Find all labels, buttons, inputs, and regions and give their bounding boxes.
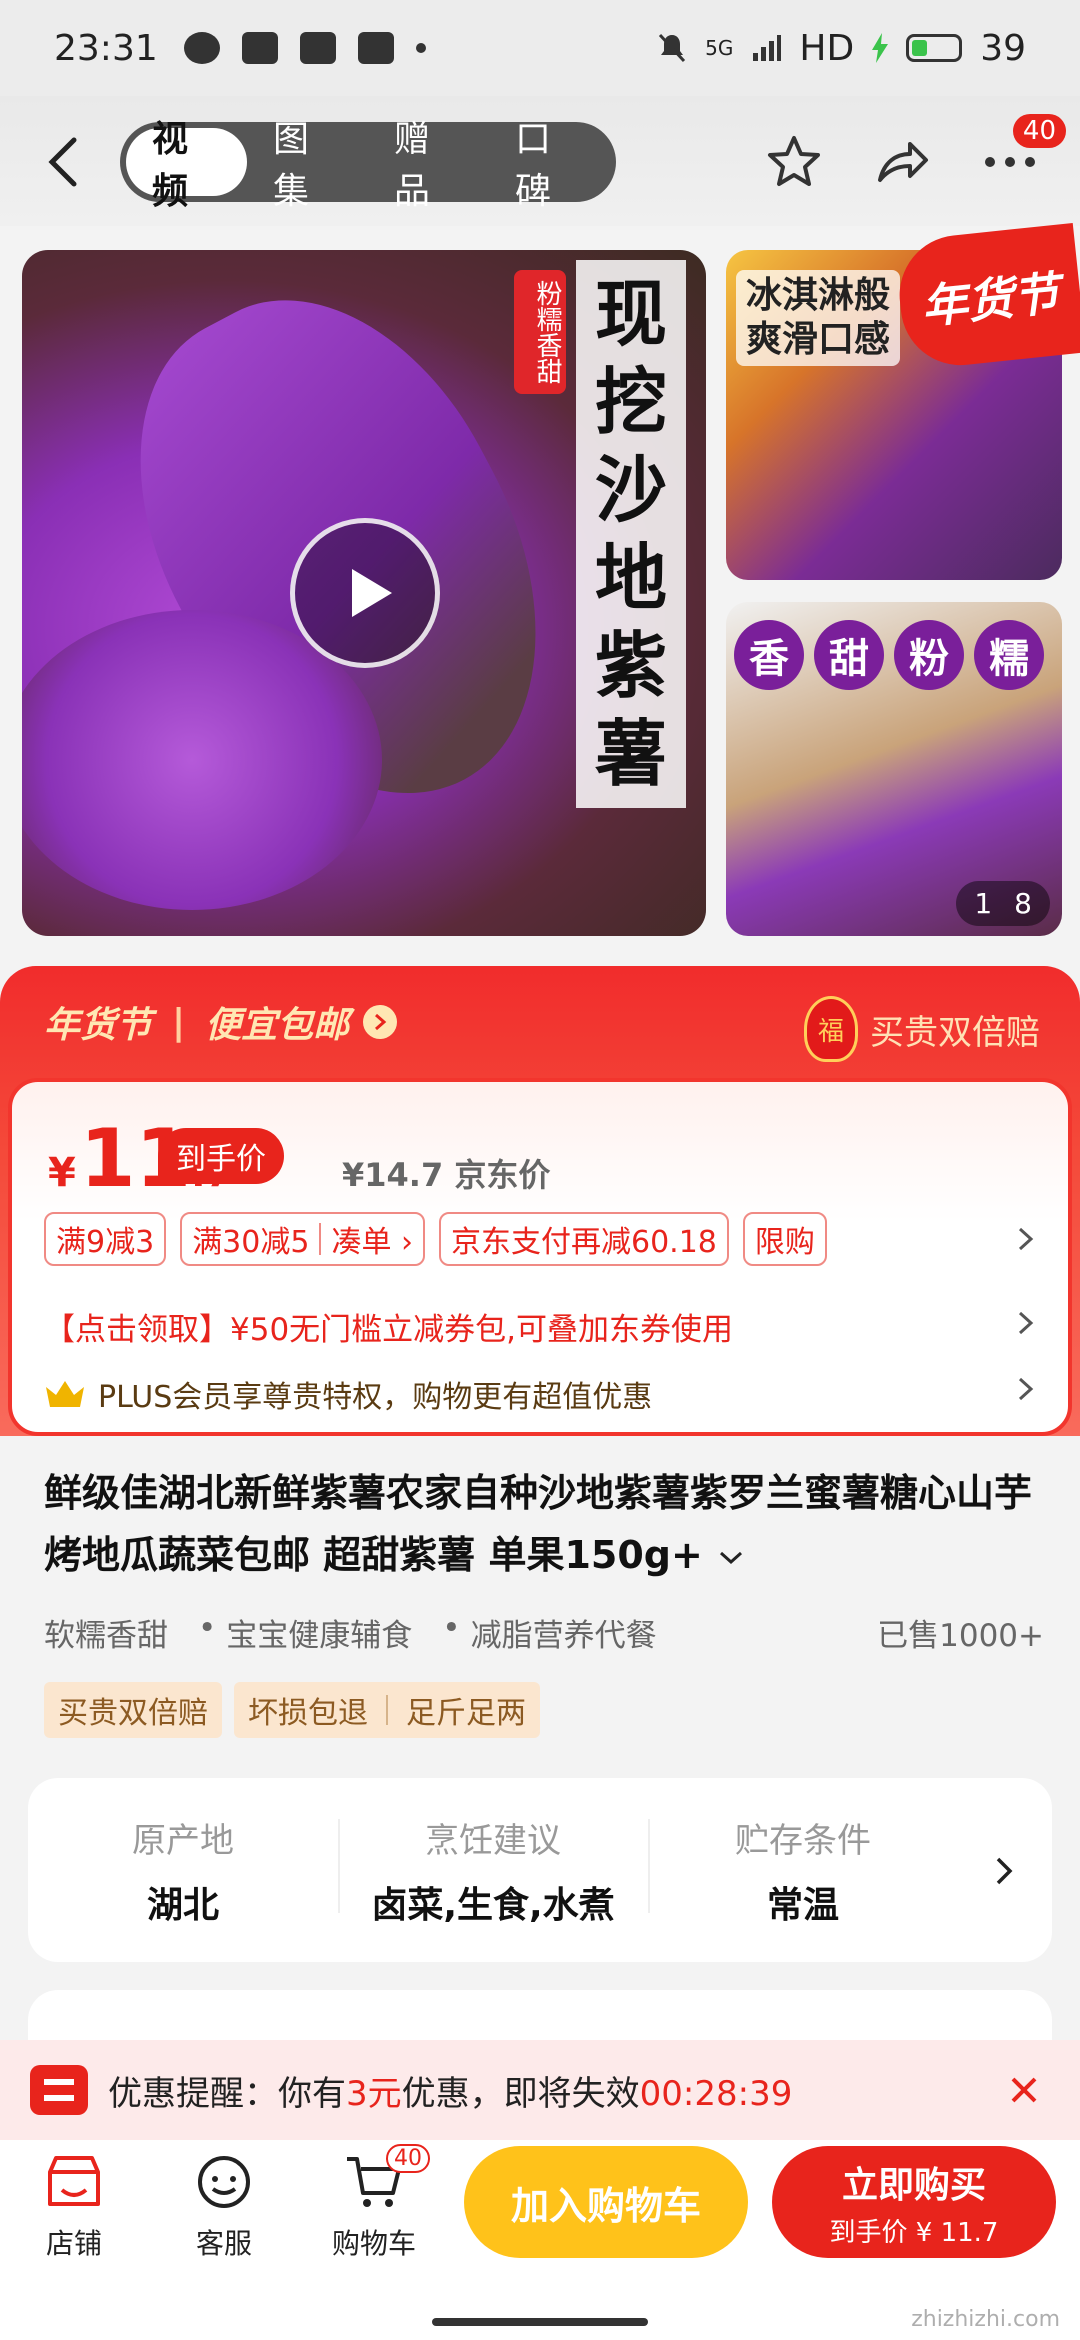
tab-reviews[interactable]: 口碑 (489, 119, 610, 212)
sold-count: 已售1000+ (877, 1618, 1044, 1654)
add-items-link: 凑单 › (331, 1225, 413, 1260)
main-image-headline: 现 挖 沙 地 紫 薯 (576, 260, 686, 808)
star-icon (768, 136, 820, 186)
chevron-right-icon[interactable] (1014, 1374, 1038, 1404)
back-arrow-icon (48, 137, 77, 187)
more-dot-icon (415, 43, 426, 53)
battery-level: 39 (980, 27, 1026, 69)
attribute-storage: 贮存条件 常温 (648, 1813, 958, 1928)
chevron-right-icon (363, 1005, 398, 1039)
coupon-pack-link[interactable]: 【点击领取】¥50无门槛立减券包,可叠加东券使用 (44, 1304, 733, 1349)
feature-2: 宝宝健康辅食 (226, 1618, 413, 1654)
chevron-right-icon[interactable] (1014, 1308, 1038, 1338)
customer-service-icon (192, 2150, 256, 2214)
coupon-2[interactable]: 满30减5 凑单 › (180, 1212, 425, 1266)
promo-headline[interactable]: 年货节 | 便宜包邮 (44, 996, 398, 1048)
watermark: zhizhizhi.com (911, 2307, 1060, 2332)
badge-group[interactable]: 坏损包退 足斤足两 (234, 1682, 540, 1738)
purchase-limit-tag[interactable]: 限购 (742, 1212, 827, 1266)
feature-1: 软糯香甜 (44, 1618, 168, 1654)
chat-icon (183, 32, 220, 64)
coupon-list: 满9减3 满30减5 凑单 › 京东支付再减60.18 限购 (44, 1212, 827, 1266)
back-button[interactable] (44, 132, 94, 192)
cart-icon: 40 (342, 2144, 430, 2214)
main-video-thumbnail[interactable]: 粉糯香甜 现 挖 沙 地 紫 薯 (22, 250, 706, 936)
close-icon[interactable] (1008, 2074, 1040, 2106)
lantern-icon: 福 (804, 996, 858, 1062)
crown-icon (46, 1381, 84, 1407)
badge-full-weight: 足斤足两 (406, 1696, 526, 1731)
cart-button[interactable]: 40 购物车 (324, 2144, 430, 2262)
more-button[interactable]: 40 (980, 114, 1066, 192)
event-label: 年货节 (44, 1005, 153, 1046)
coupon-1[interactable]: 满9减3 (44, 1212, 167, 1266)
tab-gifts[interactable]: 赠品 (368, 119, 489, 212)
status-time: 23:31 (54, 27, 158, 69)
badge-price-guarantee[interactable]: 买贵双倍赔 (44, 1682, 222, 1738)
taste-badge: 粉糯香甜 (514, 270, 566, 394)
shop-icon (42, 2150, 106, 2214)
battery-icon (906, 34, 963, 62)
reminder-text: 优惠提醒：你有3元优惠，即将失效00:28:39 (108, 2073, 793, 2114)
service-badges: 买贵双倍赔 坏损包退 足斤足两 (44, 1682, 540, 1738)
product-gallery: 粉糯香甜 现 挖 沙 地 紫 薯 冰淇淋般 爽滑口感 香 甜 粉 糯 1 8 (22, 250, 1062, 936)
jd-price: ¥14.7 京东价 (342, 1156, 551, 1194)
signal-icon (753, 35, 782, 61)
status-notification-icons (183, 32, 426, 64)
media-tabs: 视频 图集 赠品 口碑 (120, 119, 616, 212)
coupon-3[interactable]: 京东支付再减60.18 (439, 1212, 729, 1266)
image-counter: 1 8 (956, 881, 1050, 926)
chevron-right-icon[interactable] (992, 1854, 1016, 1888)
charging-icon (872, 33, 889, 63)
play-icon (352, 569, 392, 617)
cart-badge: 40 (386, 2144, 430, 2173)
product-features: 软糯香甜 • 宝宝健康辅食 • 减脂营养代餐 已售1000+ (44, 1610, 1044, 1654)
feature-3: 减脂营养代餐 (470, 1618, 657, 1654)
tab-gallery[interactable]: 图集 (247, 119, 368, 212)
attribute-origin: 原产地 湖北 (132, 1820, 234, 1926)
shop-button[interactable]: 店铺 (24, 2150, 124, 2262)
add-to-cart-button[interactable]: 加入购物车 (464, 2146, 748, 2258)
chevron-down-icon (720, 1551, 743, 1565)
final-price-tag: 到手价 (158, 1128, 284, 1184)
app-icon (357, 32, 394, 64)
attributes-card[interactable]: 原产地 湖北 烹饪建议 卤菜,生食,水煮 贮存条件 常温 (28, 1778, 1052, 1962)
price-guarantee[interactable]: 福 买贵双倍赔 (804, 996, 1040, 1062)
attribute-cooking: 烹饪建议 卤菜,生食,水煮 (338, 1813, 648, 1928)
product-title[interactable]: 鲜级佳湖北新鲜紫薯农家自种沙地紫薯紫罗兰蜜薯糖心山芋烤地瓜蔬菜包邮 超甜紫薯 单… (44, 1462, 1044, 1586)
more-icon (985, 157, 1035, 167)
gallery-thumb-2[interactable]: 香 甜 粉 糯 1 8 (726, 602, 1062, 936)
tab-video[interactable]: 视频 (126, 119, 247, 212)
price-card: ¥ 11 .7 到手价 ¥14.7 京东价 满9减3 满30减5凑单 › 京东支… (8, 1078, 1072, 1436)
thumb-caption: 冰淇淋般 爽滑口感 (736, 270, 901, 366)
buy-now-button[interactable]: 立即购买 到手价 ¥ 11.7 (772, 2146, 1056, 2258)
badge-damage-refund: 坏损包退 (248, 1696, 368, 1731)
top-nav: 视频 图集 赠品 口碑 40 (0, 96, 1080, 226)
status-bar: 23:31 5G HD 39 (0, 0, 1080, 96)
briefcase-icon (299, 32, 336, 64)
festival-tag: 年货节 (893, 222, 1080, 372)
hd-label: HD (799, 27, 855, 69)
slogan-label: 便宜包邮 (205, 1005, 350, 1046)
discount-reminder[interactable]: 优惠提醒：你有3元优惠，即将失效00:28:39 (0, 2040, 1080, 2140)
network-type: 5G (705, 36, 734, 60)
mute-icon (659, 33, 686, 63)
countdown: 00:28:39 (639, 2073, 793, 2114)
share-icon (878, 142, 928, 182)
play-button[interactable] (290, 518, 440, 668)
taste-pills: 香 甜 粉 糯 (734, 620, 1044, 690)
favorite-button[interactable] (764, 132, 824, 192)
coupon-icon (30, 2065, 88, 2115)
home-indicator[interactable] (432, 2318, 648, 2326)
image-icon (241, 32, 278, 64)
customer-service-button[interactable]: 客服 (174, 2150, 274, 2262)
plus-member-row[interactable]: PLUS会员享尊贵特权，购物更有超值优惠 (44, 1372, 652, 1416)
chevron-right-icon[interactable] (1014, 1224, 1038, 1254)
share-button[interactable] (872, 132, 932, 192)
message-badge: 40 (1012, 114, 1066, 148)
